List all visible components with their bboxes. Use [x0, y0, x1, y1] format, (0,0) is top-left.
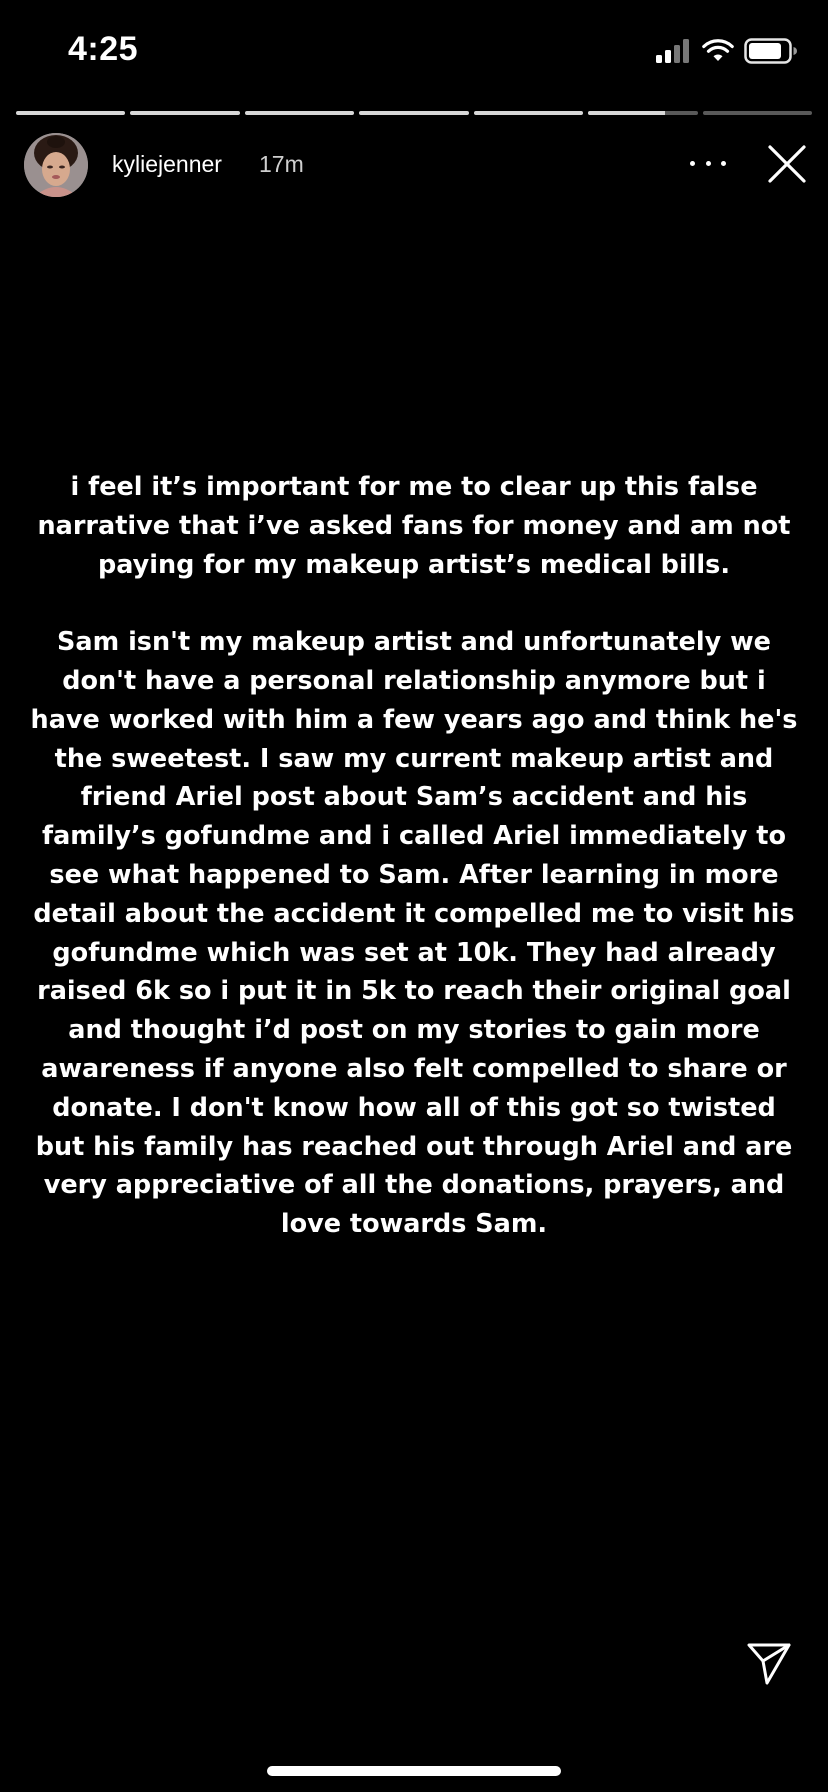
story-progress-segment	[473, 111, 584, 115]
status-bar: 4:25	[0, 0, 828, 100]
more-dot	[705, 160, 711, 166]
cellular-signal-icon	[656, 39, 689, 63]
story-progress-bar	[16, 111, 812, 115]
story-progress-segment	[702, 111, 812, 115]
avatar-image	[24, 133, 88, 197]
story-progress-segment	[244, 111, 355, 115]
wifi-icon	[702, 39, 734, 61]
story-progress-segment	[16, 111, 126, 115]
more-dot	[690, 160, 695, 166]
home-indicator[interactable]	[267, 1766, 561, 1776]
close-icon	[768, 145, 806, 183]
username[interactable]: kyliejenner	[112, 151, 222, 178]
story-paragraph: i feel it’s important for me to clear up…	[37, 472, 791, 580]
story-paragraph: Sam isn't my makeup artist and unfortuna…	[30, 627, 798, 1240]
story-text: i feel it’s important for me to clear up…	[30, 468, 798, 1244]
profile-avatar[interactable]	[24, 133, 88, 197]
story-time-ago: 17m	[259, 151, 304, 177]
close-button[interactable]	[765, 142, 809, 186]
battery-icon	[744, 38, 797, 64]
status-time: 4:25	[68, 30, 139, 68]
send-message-button[interactable]	[745, 1641, 793, 1687]
story-progress-segment	[130, 111, 240, 115]
more-dot	[721, 160, 726, 166]
more-options-button[interactable]	[690, 148, 726, 178]
story-header: kyliejenner 17m	[0, 130, 828, 200]
story-progress-segment-active	[588, 111, 698, 115]
story-progress-segment	[359, 111, 469, 115]
status-icons	[656, 36, 798, 66]
send-icon	[747, 1643, 791, 1685]
